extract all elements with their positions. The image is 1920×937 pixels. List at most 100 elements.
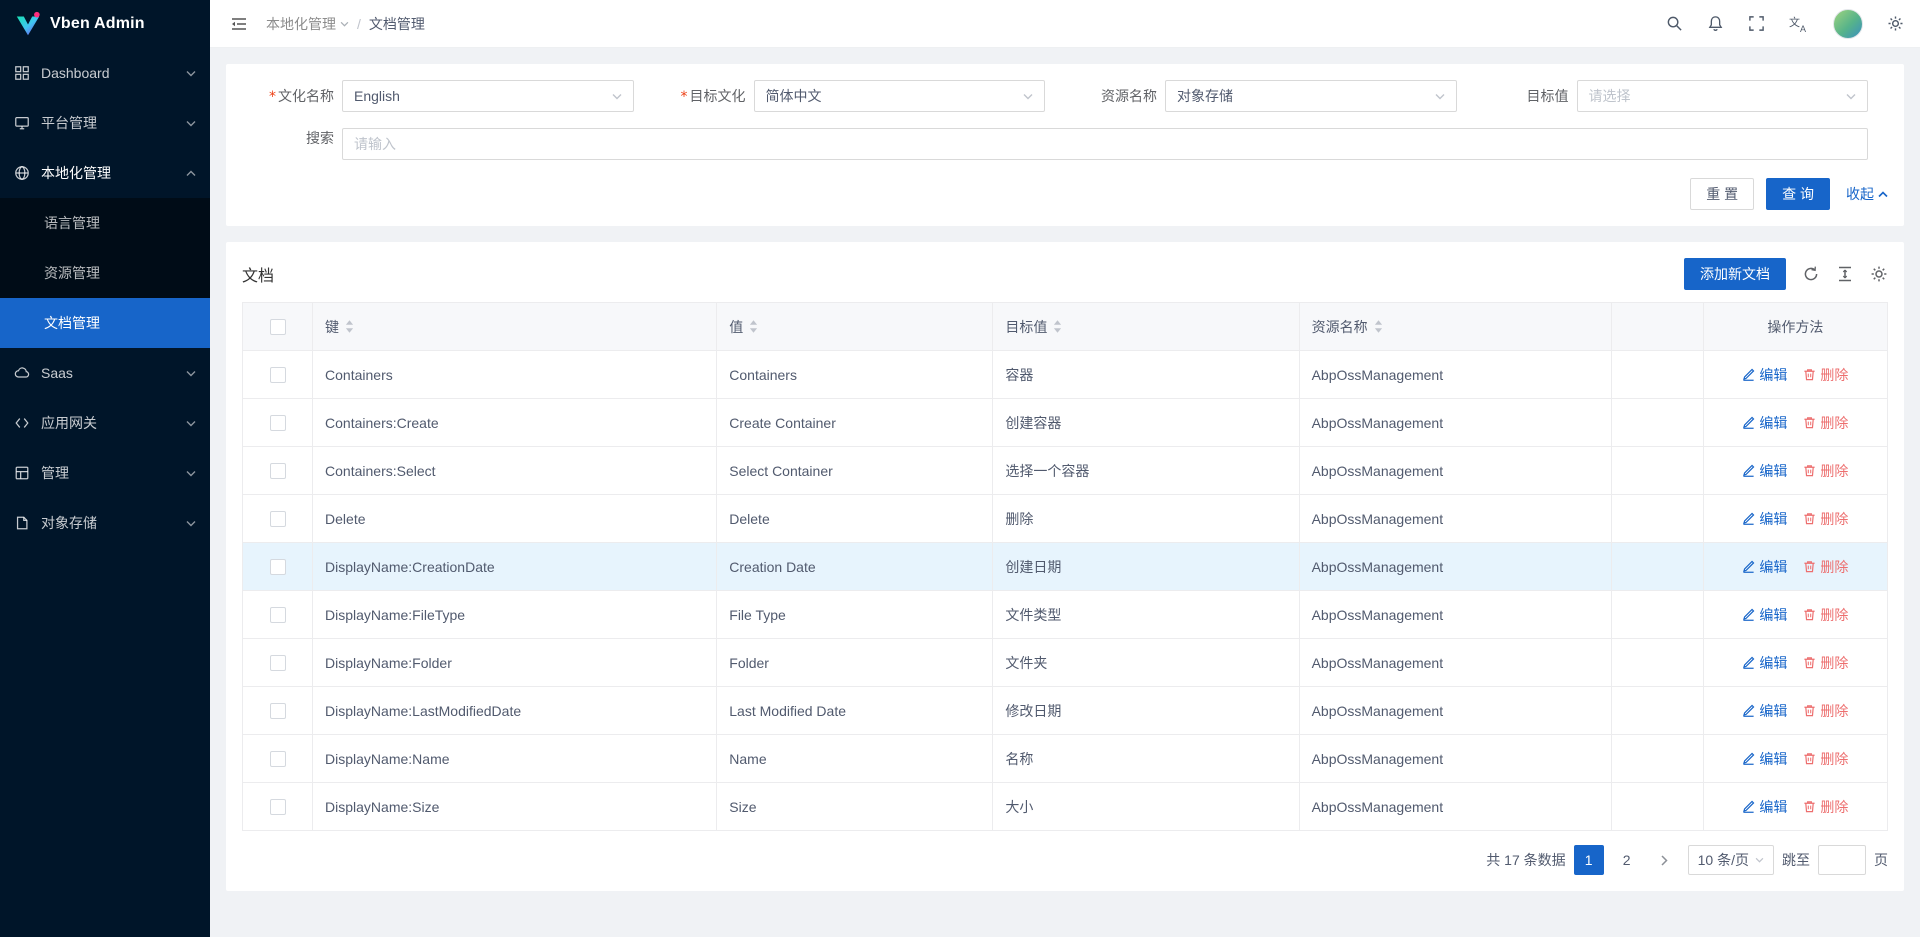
table-row[interactable]: Containers Containers 容器 AbpOssManagemen… <box>243 351 1888 399</box>
sidebar-item-resource-management[interactable]: 资源管理 <box>0 248 210 298</box>
edit-button[interactable]: 编辑 <box>1742 749 1787 769</box>
sort-icon[interactable] <box>345 320 354 333</box>
column-header-key: 键 <box>313 303 717 351</box>
field-culture-name: *文化名称 English <box>242 80 654 112</box>
select-all-checkbox[interactable] <box>270 319 286 335</box>
culture-name-select[interactable]: English <box>342 80 634 112</box>
sidebar-menu: Dashboard 平台管理 本地化管理 语言管理 <box>0 48 210 937</box>
sidebar-item-document-management[interactable]: 文档管理 <box>0 298 210 348</box>
sidebar-item-language-management[interactable]: 语言管理 <box>0 198 210 248</box>
delete-button[interactable]: 删除 <box>1803 701 1848 721</box>
edit-button[interactable]: 编辑 <box>1742 797 1787 817</box>
delete-button[interactable]: 删除 <box>1803 557 1848 577</box>
collapse-filter-link[interactable]: 收起 <box>1846 184 1888 204</box>
cell-key: DisplayName:Name <box>313 735 717 783</box>
translate-icon[interactable]: 文A <box>1789 15 1809 33</box>
delete-button[interactable]: 删除 <box>1803 461 1848 481</box>
edit-label: 编辑 <box>1759 461 1787 481</box>
delete-button[interactable]: 删除 <box>1803 365 1848 385</box>
row-checkbox[interactable] <box>270 607 286 623</box>
filter-actions: 重 置 查 询 收起 <box>242 178 1888 210</box>
table-row[interactable]: DisplayName:CreationDate Creation Date 创… <box>243 543 1888 591</box>
query-button[interactable]: 查 询 <box>1766 178 1830 210</box>
sidebar-collapse-icon[interactable] <box>226 11 252 37</box>
target-culture-select[interactable]: 简体中文 <box>754 80 1046 112</box>
field-target-culture: *目标文化 简体中文 <box>654 80 1066 112</box>
edit-button[interactable]: 编辑 <box>1742 653 1787 673</box>
row-checkbox[interactable] <box>270 463 286 479</box>
row-checkbox[interactable] <box>270 799 286 815</box>
row-checkbox[interactable] <box>270 511 286 527</box>
delete-button[interactable]: 删除 <box>1803 605 1848 625</box>
delete-button[interactable]: 删除 <box>1803 797 1848 817</box>
delete-button[interactable]: 删除 <box>1803 653 1848 673</box>
page-button-1[interactable]: 1 <box>1574 845 1604 875</box>
cell-target-value: 文件类型 <box>993 591 1299 639</box>
notification-bell-icon[interactable] <box>1707 15 1724 32</box>
pencil-icon <box>1742 608 1755 621</box>
cell-actions: 编辑 删除 <box>1703 351 1887 399</box>
edit-button[interactable]: 编辑 <box>1742 413 1787 433</box>
sidebar-item-dashboard[interactable]: Dashboard <box>0 48 210 98</box>
delete-button[interactable]: 删除 <box>1803 413 1848 433</box>
sort-icon[interactable] <box>749 320 758 333</box>
refresh-icon[interactable] <box>1802 265 1820 283</box>
pencil-icon <box>1742 560 1755 573</box>
add-document-button[interactable]: 添加新文档 <box>1684 258 1786 290</box>
row-checkbox[interactable] <box>270 655 286 671</box>
cell-resource-name: AbpOssManagement <box>1299 591 1611 639</box>
row-height-icon[interactable] <box>1836 265 1854 283</box>
reset-button[interactable]: 重 置 <box>1690 178 1754 210</box>
resource-name-select[interactable]: 对象存储 <box>1165 80 1457 112</box>
sidebar-item-saas[interactable]: Saas <box>0 348 210 398</box>
table-row[interactable]: DisplayName:FileType File Type 文件类型 AbpO… <box>243 591 1888 639</box>
edit-button[interactable]: 编辑 <box>1742 461 1787 481</box>
jump-prefix-label: 跳至 <box>1782 850 1810 870</box>
page-button-2[interactable]: 2 <box>1612 845 1642 875</box>
table-row[interactable]: Containers:Create Create Container 创建容器 … <box>243 399 1888 447</box>
sidebar-item-app-gateway[interactable]: 应用网关 <box>0 398 210 448</box>
search-icon[interactable] <box>1666 15 1683 32</box>
table-row[interactable]: DisplayName:LastModifiedDate Last Modifi… <box>243 687 1888 735</box>
jump-page-input[interactable] <box>1818 845 1866 875</box>
cell-resource-name: AbpOssManagement <box>1299 783 1611 831</box>
row-checkbox[interactable] <box>270 751 286 767</box>
column-header-value: 值 <box>717 303 993 351</box>
next-page-button[interactable] <box>1650 845 1680 875</box>
edit-button[interactable]: 编辑 <box>1742 605 1787 625</box>
search-input[interactable] <box>342 128 1868 160</box>
settings-gear-icon[interactable] <box>1887 15 1904 32</box>
row-checkbox[interactable] <box>270 559 286 575</box>
sort-icon[interactable] <box>1374 320 1383 333</box>
breadcrumb: 本地化管理 / 文档管理 <box>266 14 425 34</box>
column-settings-gear-icon[interactable] <box>1870 265 1888 283</box>
table-row[interactable]: DisplayName:Size Size 大小 AbpOssManagemen… <box>243 783 1888 831</box>
sidebar-item-object-storage[interactable]: 对象存储 <box>0 498 210 548</box>
table-row[interactable]: DisplayName:Folder Folder 文件夹 AbpOssMana… <box>243 639 1888 687</box>
table-row[interactable]: Delete Delete 删除 AbpOssManagement 编辑 删除 <box>243 495 1888 543</box>
page-size-select[interactable]: 10 条/页 <box>1688 845 1774 875</box>
breadcrumb-item-localization[interactable]: 本地化管理 <box>266 14 349 34</box>
edit-button[interactable]: 编辑 <box>1742 509 1787 529</box>
delete-button[interactable]: 删除 <box>1803 509 1848 529</box>
table-row[interactable]: DisplayName:Name Name 名称 AbpOssManagemen… <box>243 735 1888 783</box>
delete-label: 删除 <box>1820 701 1848 721</box>
sidebar-item-management[interactable]: 管理 <box>0 448 210 498</box>
delete-button[interactable]: 删除 <box>1803 749 1848 769</box>
row-checkbox[interactable] <box>270 367 286 383</box>
target-value-select[interactable]: 请选择 <box>1577 80 1869 112</box>
avatar[interactable] <box>1833 9 1863 39</box>
row-checkbox[interactable] <box>270 703 286 719</box>
fullscreen-icon[interactable] <box>1748 15 1765 32</box>
row-checkbox[interactable] <box>270 415 286 431</box>
cell-spacer <box>1611 543 1703 591</box>
table-row[interactable]: Containers:Select Select Container 选择一个容… <box>243 447 1888 495</box>
edit-button[interactable]: 编辑 <box>1742 557 1787 577</box>
cell-value: Size <box>717 783 993 831</box>
sort-icon[interactable] <box>1053 320 1062 333</box>
edit-button[interactable]: 编辑 <box>1742 701 1787 721</box>
logo[interactable]: Vben Admin <box>0 0 210 48</box>
edit-button[interactable]: 编辑 <box>1742 365 1787 385</box>
sidebar-item-localization-management[interactable]: 本地化管理 <box>0 148 210 198</box>
sidebar-item-platform-management[interactable]: 平台管理 <box>0 98 210 148</box>
